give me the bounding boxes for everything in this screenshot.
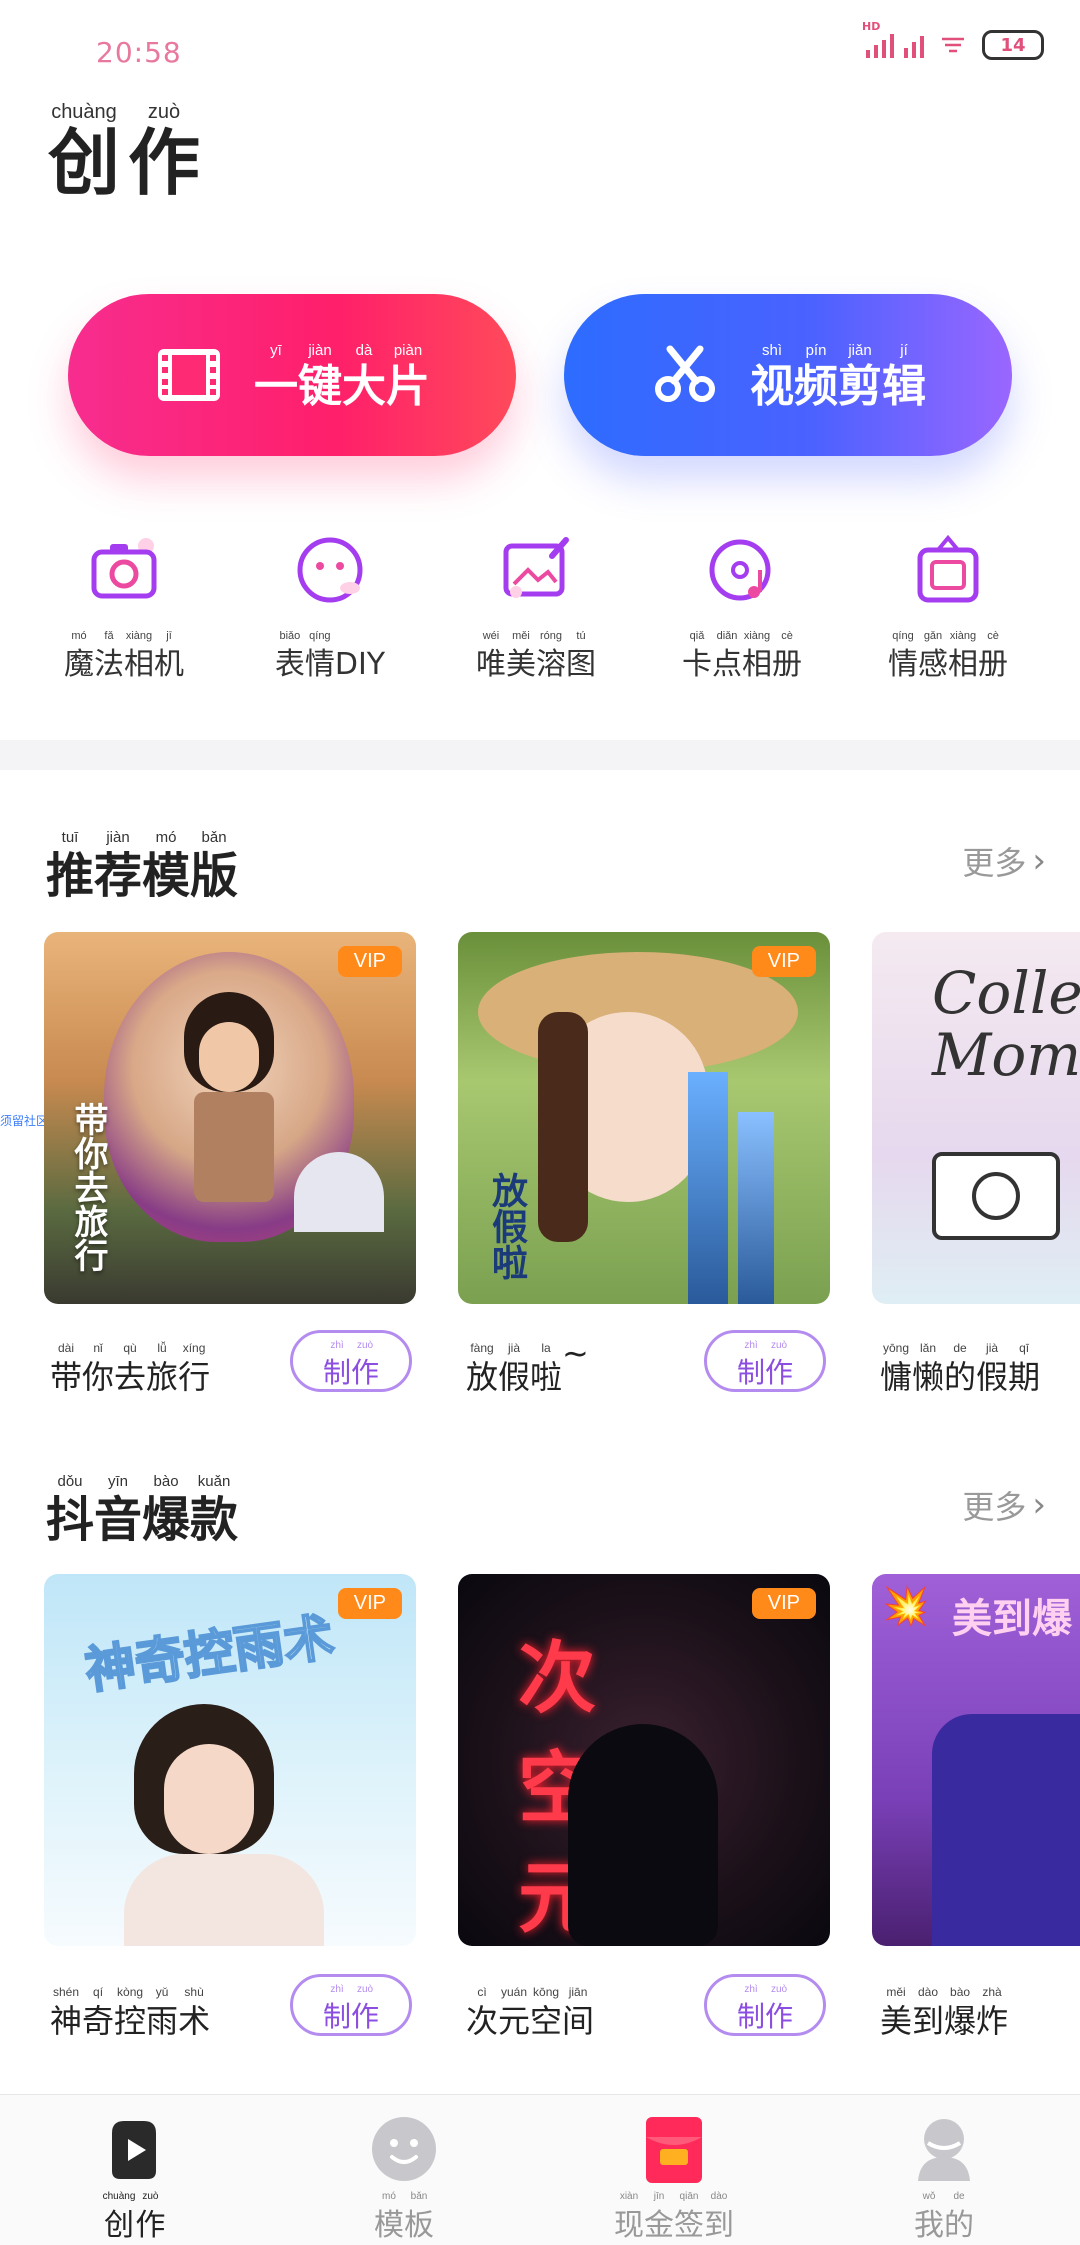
more-label: 更多 <box>962 844 1027 882</box>
red-envelope-icon <box>646 2117 702 2183</box>
person-face <box>164 1744 254 1854</box>
template-card-image[interactable]: 💥 美到爆 <box>872 1574 1080 1946</box>
wifi-icon <box>940 35 966 55</box>
tab-create[interactable]: chuàng 创 zuò 作 <box>34 2113 234 2242</box>
more-label: 更多 <box>962 1488 1027 1526</box>
template-name: yōng 慵 lǎn 懒 de 的 jià 假 qī 期 <box>880 1341 1041 1396</box>
template-name: dài 带 nǐ 你 qù 去 lǚ 旅 xíng 行 <box>50 1341 211 1396</box>
card-overlay-text: Collect Moments <box>932 959 1080 1089</box>
person-shoulders <box>124 1854 324 1946</box>
film-icon <box>158 349 220 401</box>
template-card-image[interactable]: 神奇控雨术 VIP <box>44 1574 416 1946</box>
explosion-icon: 💥 <box>882 1584 930 1628</box>
template-name: shén 神 qí 奇 kòng 控 yǔ 雨 shù 术 <box>50 1985 211 2040</box>
template-card-image[interactable]: VIP 带你去旅行 <box>44 932 416 1304</box>
smiley-icon <box>297 537 363 603</box>
card-overlay-text: 神奇控雨术 <box>81 1607 339 1701</box>
card-overlay-text: 美到爆 <box>952 1596 1072 1642</box>
card-overlay-text: 放假啦 <box>486 1172 527 1280</box>
tab-templates[interactable]: mó 模 bǎn 板 <box>304 2113 504 2242</box>
battery-icon: 14 <box>982 30 1044 60</box>
tool-emoji-diy[interactable]: biǎo 表 qíng 情 DIY <box>230 530 430 681</box>
bottom-tab-bar: chuàng 创 zuò 作 mó 模 bǎn 板 xiàn 现 jīn 金 qiān 签 d… <box>0 2094 1080 2245</box>
vip-badge: VIP <box>751 946 816 977</box>
section-title-recommended: tuī 推 jiàn 荐 mó 模 bǎn 版 <box>46 829 239 904</box>
tab-cash-checkin[interactable]: xiàn 现 jīn 金 qiān 签 dào 到 <box>574 2113 774 2242</box>
person-face <box>199 1022 259 1092</box>
person-hair <box>538 1012 588 1242</box>
music-disc-icon <box>709 539 771 601</box>
tool-emotion-album[interactable]: qíng 情 gǎn 感 xiàng 相 cè 册 <box>848 530 1048 681</box>
status-icons: HD 14 <box>862 20 1044 60</box>
dome-building <box>294 1152 384 1232</box>
person-top <box>194 1092 274 1202</box>
more-link-recommended[interactable]: 更多 › <box>962 838 1046 884</box>
lens-drawing <box>972 1172 1020 1220</box>
template-card-image[interactable]: Collect Moments <box>872 932 1080 1304</box>
smile-face-icon <box>372 2117 436 2181</box>
user-icon <box>918 2119 970 2181</box>
battery-level: 14 <box>1000 34 1026 56</box>
make-button[interactable]: zhì 制 zuò 作 <box>704 1974 826 2036</box>
hooded-figure <box>568 1724 718 1946</box>
status-time: 20:58 <box>96 36 182 69</box>
template-card-image[interactable]: VIP 放假啦 <box>458 932 830 1304</box>
chevron-right-icon: › <box>1032 1485 1046 1525</box>
tool-magic-camera[interactable]: mó 魔 fǎ 法 xiàng 相 jī 机 <box>24 530 224 681</box>
page-title: chuàng 创 zuò 作 <box>48 101 201 205</box>
scissors-icon <box>655 345 715 402</box>
make-button[interactable]: zhì 制 zuò 作 <box>704 1330 826 1392</box>
network-label: HD <box>862 20 881 33</box>
vip-badge: VIP <box>751 1588 816 1619</box>
one-click-movie-button[interactable]: yī 一 jiàn 键 dà 大 piàn 片 <box>68 294 516 456</box>
image-edit-icon <box>503 537 569 598</box>
make-button[interactable]: zhì 制 zuò 作 <box>290 1330 412 1392</box>
more-link-douyin[interactable]: 更多 › <box>962 1482 1046 1528</box>
make-button[interactable]: zhì 制 zuò 作 <box>290 1974 412 2036</box>
section-divider <box>0 740 1080 770</box>
skyscraper <box>688 1072 728 1304</box>
person-jacket <box>932 1714 1080 1946</box>
template-card-image[interactable]: 次空元间 VIP <box>458 1574 830 1946</box>
tv-frame-icon <box>917 534 979 603</box>
camera-icon <box>91 538 157 599</box>
vip-badge: VIP <box>337 1588 402 1619</box>
template-name: cì 次 yuán 元 kōng 空 jiān 间 <box>466 1985 595 2040</box>
video-edit-button[interactable]: shì 视 pín 频 jiǎn 剪 jí 辑 <box>564 294 1012 456</box>
skyscraper <box>738 1112 774 1304</box>
status-bar: 20:58 HD 14 <box>0 0 1080 100</box>
card-overlay-text: 带你去旅行 <box>68 1102 108 1272</box>
vip-badge: VIP <box>337 946 402 977</box>
tool-beauty-blend[interactable]: wéi 唯 měi 美 róng 溶 tú 图 <box>436 530 636 681</box>
tool-beat-album[interactable]: qiǎ 卡 diǎn 点 xiàng 相 cè 册 <box>642 530 842 681</box>
template-name: fàng 放 jià 假 la 啦 ~ <box>466 1334 589 1396</box>
tools-row: mó 魔 fǎ 法 xiàng 相 jī 机 biǎo 表 qíng 情 DIY wéi 唯 … <box>0 530 1080 700</box>
chevron-right-icon: › <box>1032 841 1046 881</box>
template-name: měi 美 dào 到 bào 爆 zhà 炸 <box>880 1985 1009 2040</box>
section-title-douyin: dǒu 抖 yīn 音 bào 爆 kuǎn 款 <box>46 1473 239 1548</box>
play-icon <box>112 2121 156 2179</box>
signal-icon: HD <box>862 20 924 58</box>
tab-mine[interactable]: wǒ 我 de 的 <box>844 2113 1044 2242</box>
